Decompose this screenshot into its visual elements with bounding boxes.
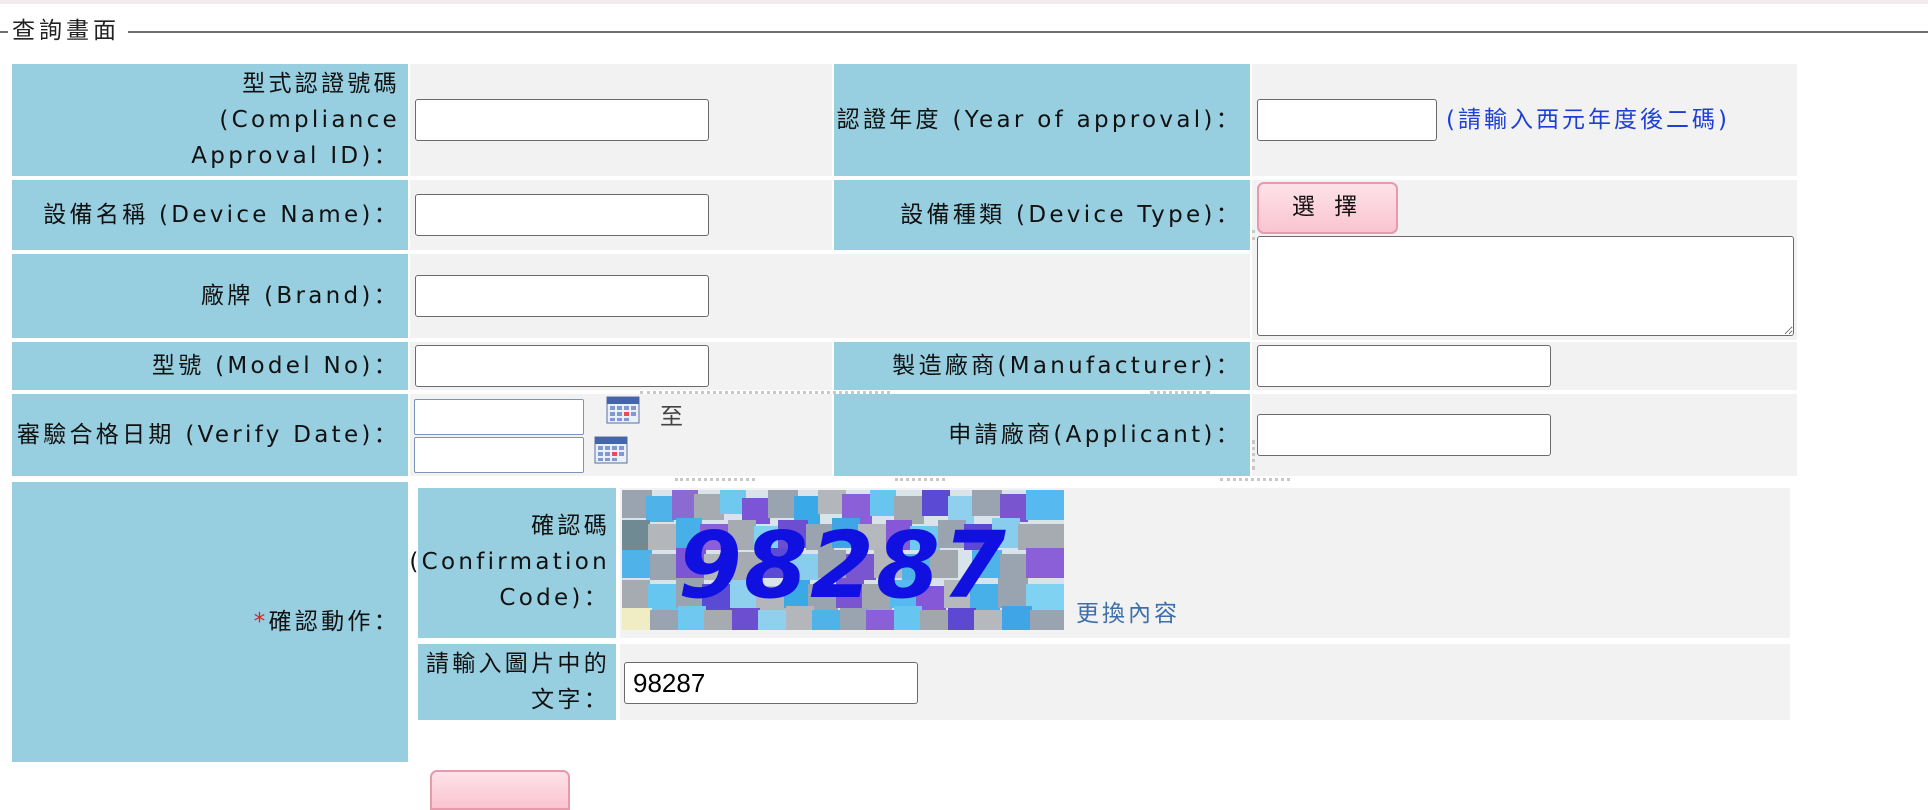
captcha-action-text: 確認動作： <box>268 609 400 635</box>
captcha-action-label-cell: *確認動作： <box>12 482 408 762</box>
brand-label: 廠牌 (Brand)： <box>200 283 400 309</box>
dotted-divider <box>1252 440 1255 470</box>
dotted-divider <box>1252 230 1255 240</box>
captcha-refresh-link[interactable]: 更換內容 <box>1076 596 1180 632</box>
top-strip <box>0 0 1928 4</box>
fieldset-border <box>0 31 1928 33</box>
device-type-label: 設備種類 (Device Type)： <box>900 202 1242 228</box>
captcha-input-label-cell: 請輸入圖片中的 文字： <box>418 644 616 720</box>
applicant-input[interactable] <box>1257 414 1551 456</box>
manufacturer-value-cell <box>1252 342 1797 390</box>
brand-value-cell <box>410 254 1250 338</box>
captcha-input[interactable] <box>624 662 918 704</box>
year-label-cell: 認證年度 (Year of approval)： <box>834 64 1250 176</box>
captcha-code-text: 98287 <box>677 512 1009 619</box>
dotted-divider <box>1220 478 1290 481</box>
model-input[interactable] <box>415 345 709 387</box>
captcha-code-label-line1: 確認碼 <box>531 513 610 539</box>
manufacturer-label: 製造廠商(Manufacturer)： <box>892 353 1242 379</box>
captcha-code-label-line3: Code)： <box>499 585 610 611</box>
compliance-id-label-line2: (Compliance <box>219 107 400 133</box>
calendar-icon[interactable] <box>594 434 628 464</box>
model-value-cell <box>410 342 832 390</box>
compliance-id-label-line3: Approval ID)： <box>191 143 400 169</box>
captcha-code-label-line2: (Confirmation <box>409 549 610 575</box>
model-label: 型號 (Model No)： <box>151 353 400 379</box>
device-type-select-button[interactable]: 選 擇 <box>1257 182 1398 234</box>
compliance-id-input[interactable] <box>415 99 709 141</box>
device-type-label-cell: 設備種類 (Device Type)： <box>834 180 1250 250</box>
device-type-textarea[interactable] <box>1257 236 1794 336</box>
year-label: 認證年度 (Year of approval)： <box>836 107 1242 133</box>
fieldset-legend: 查詢畫面 <box>8 16 128 46</box>
dotted-divider <box>640 391 890 394</box>
verify-date-to-input[interactable] <box>414 437 584 473</box>
compliance-id-value-cell <box>410 64 832 176</box>
dotted-divider <box>1150 391 1210 394</box>
brand-input[interactable] <box>415 275 709 317</box>
required-mark: * <box>253 609 269 635</box>
brand-label-cell: 廠牌 (Brand)： <box>12 254 408 338</box>
captcha-code-label-cell: 確認碼 (Confirmation Code)： <box>409 488 616 638</box>
device-name-input[interactable] <box>415 194 709 236</box>
verify-date-value-cell: 至 <box>410 394 832 476</box>
manufacturer-input[interactable] <box>1257 345 1551 387</box>
compliance-id-label-cell: 型式認證號碼 (Compliance Approval ID)： <box>12 64 408 176</box>
verify-date-from-input[interactable] <box>414 399 584 435</box>
calendar-icon[interactable] <box>606 394 640 424</box>
compliance-id-label-line1: 型式認證號碼 <box>242 71 400 97</box>
applicant-label-cell: 申請廠商(Applicant)： <box>834 394 1250 476</box>
captcha-inner-table: 確認碼 (Confirmation Code)： 98287 更換內容 請輸入圖… <box>409 488 1790 720</box>
year-hint: (請輸入西元年度後二碼) <box>1446 107 1730 133</box>
captcha-input-cell <box>620 644 1790 720</box>
device-type-value-cell: 選 擇 <box>1252 180 1797 340</box>
verify-date-label: 審驗合格日期 (Verify Date)： <box>16 422 400 448</box>
dotted-divider <box>675 478 755 481</box>
year-value-cell: (請輸入西元年度後二碼) <box>1252 64 1797 176</box>
captcha-input-label-line2: 文字： <box>531 687 610 713</box>
captcha-input-label-line1: 請輸入圖片中的 <box>425 651 610 677</box>
model-label-cell: 型號 (Model No)： <box>12 342 408 390</box>
year-input[interactable] <box>1257 99 1437 141</box>
dotted-divider <box>895 478 945 481</box>
captcha-image: 98287 <box>622 490 1064 630</box>
device-name-label-cell: 設備名稱 (Device Name)： <box>12 180 408 250</box>
manufacturer-label-cell: 製造廠商(Manufacturer)： <box>834 342 1250 390</box>
device-name-label: 設備名稱 (Device Name)： <box>43 202 400 228</box>
captcha-image-cell: 98287 更換內容 <box>620 488 1790 638</box>
captcha-action-label: *確認動作： <box>254 604 400 640</box>
applicant-label: 申請廠商(Applicant)： <box>948 422 1242 448</box>
submit-button[interactable] <box>430 770 570 810</box>
date-to-label: 至 <box>660 404 683 430</box>
applicant-value-cell <box>1252 394 1797 476</box>
verify-date-label-cell: 審驗合格日期 (Verify Date)： <box>12 394 408 476</box>
device-name-value-cell <box>410 180 832 250</box>
